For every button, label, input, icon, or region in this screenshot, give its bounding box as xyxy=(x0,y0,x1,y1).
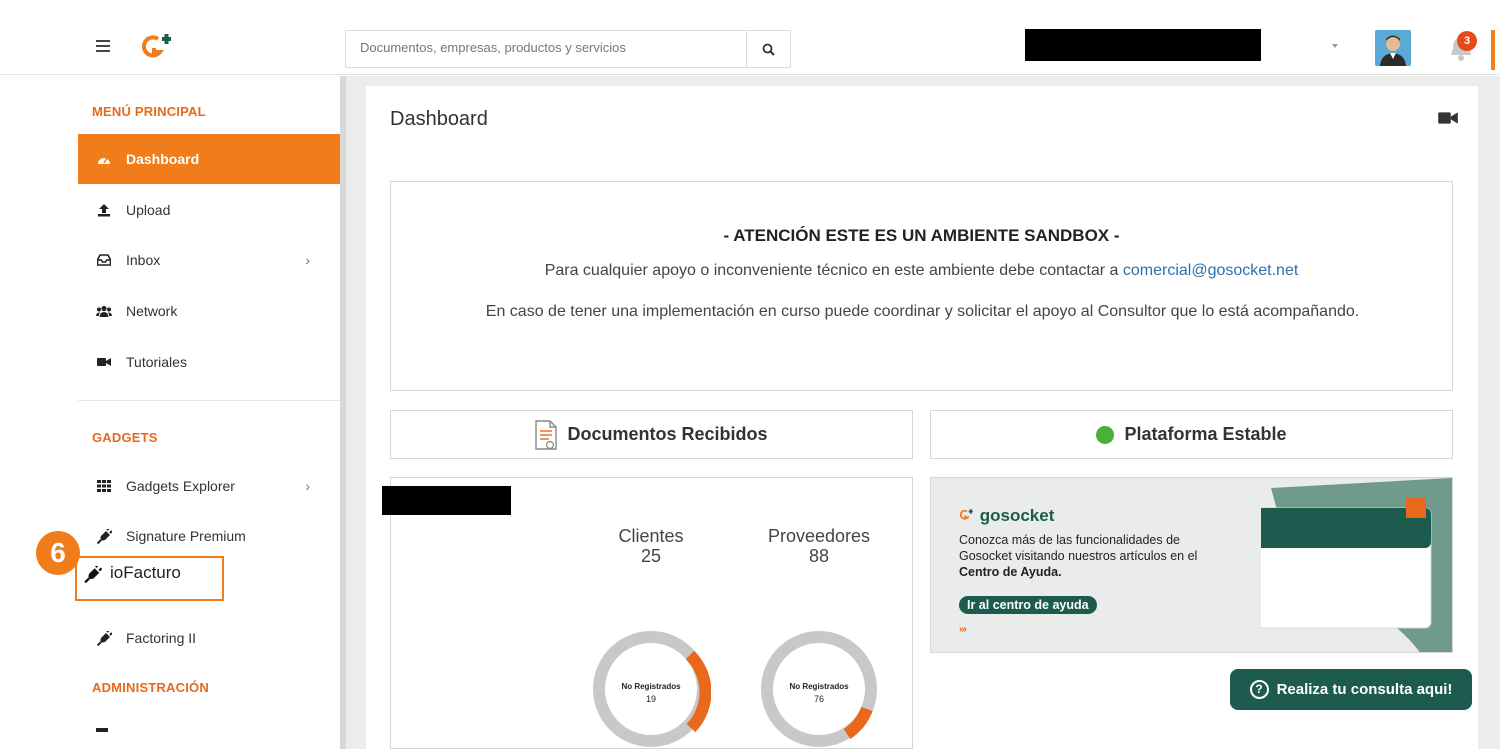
donut-1-caption: No Registrados xyxy=(621,682,681,691)
donut-1-value: 19 xyxy=(645,694,656,704)
sandbox-notice: - ATENCIÓN ESTE ES UN AMBIENTE SANDBOX -… xyxy=(390,181,1453,391)
redacted-company-name xyxy=(1025,29,1261,61)
sidebar-item-label: Gadgets Explorer xyxy=(126,478,235,494)
sidebar-item-label: Inbox xyxy=(126,252,161,268)
sidebar-item-label: ioFacturo xyxy=(110,563,181,582)
help-center-button[interactable]: Ir al centro de ayuda xyxy=(959,596,1097,614)
partial-menu-icon xyxy=(96,728,108,732)
contact-email-link[interactable]: comercial@gosocket.net xyxy=(1123,262,1298,279)
accent-bar xyxy=(1491,30,1495,70)
tachometer-icon xyxy=(96,151,112,167)
sidebar-item-label: Signature Premium xyxy=(126,528,246,544)
proveedores-donut-label: No Registrados 76 xyxy=(769,680,869,705)
notice-line-1: Para cualquier apoyo o inconveniente téc… xyxy=(391,262,1452,280)
company-dropdown-caret-icon[interactable] xyxy=(1332,44,1338,48)
sidebar-item-label: Upload xyxy=(126,202,171,218)
plug-icon xyxy=(84,564,103,588)
video-camera-icon xyxy=(96,354,112,370)
platform-status-card-header: Plataforma Estable xyxy=(930,410,1453,459)
promo-arrows: ››› xyxy=(959,624,967,635)
sidebar-item-gadgets-explorer[interactable]: Gadgets Explorer › xyxy=(78,461,340,511)
redacted-label xyxy=(382,486,511,515)
platform-status-title: Plataforma Estable xyxy=(1124,424,1287,444)
status-dot-icon xyxy=(1096,425,1115,444)
help-center-promo-banner[interactable]: gosocket Conozca más de las funcionalida… xyxy=(930,477,1453,653)
sidebar-item-upload[interactable]: Upload xyxy=(78,185,340,235)
upload-icon xyxy=(96,202,112,218)
chat-button-label: Realiza tu consulta aqui! xyxy=(1276,681,1453,698)
gosocket-logo[interactable] xyxy=(140,34,176,60)
admin-title: ADMINISTRACIÓN xyxy=(92,680,209,695)
clientes-label: Clientes xyxy=(618,526,684,546)
promo-text: Conozca más de las funcionalidades de Go… xyxy=(959,532,1229,580)
chat-consult-button[interactable]: ? Realiza tu consulta aqui! xyxy=(1230,669,1472,710)
users-icon xyxy=(96,303,112,319)
sidebar-item-tutoriales[interactable]: Tutoriales xyxy=(78,337,340,387)
proveedores-stat: Proveedores 88 xyxy=(749,526,889,566)
promo-text-bold: Centro de Ayuda. xyxy=(959,565,1062,579)
chevron-right-icon: › xyxy=(305,478,310,494)
documents-received-title: Documentos Recibidos xyxy=(567,424,768,444)
proveedores-value: 88 xyxy=(808,546,830,566)
sidebar-item-inbox[interactable]: Inbox › xyxy=(78,235,340,285)
sidebar-item-dashboard[interactable]: Dashboard xyxy=(78,134,340,184)
document-icon xyxy=(535,419,558,450)
clientes-value: 25 xyxy=(640,546,662,566)
proveedores-label: Proveedores xyxy=(767,526,871,546)
documents-received-card-header: Documentos Recibidos xyxy=(390,410,913,459)
gosocket-brand: gosocket xyxy=(959,506,1054,526)
search-button[interactable] xyxy=(746,31,790,67)
gosocket-logo-icon xyxy=(959,509,973,520)
notice-line-1-text: Para cualquier apoyo o inconveniente téc… xyxy=(544,262,1119,279)
sidebar-item-label: Network xyxy=(126,303,178,319)
gadgets-title: GADGETS xyxy=(92,430,158,445)
sidebar-item-label: Tutoriales xyxy=(126,354,187,370)
main-menu-title: MENÚ PRINCIPAL xyxy=(92,104,206,119)
promo-text-main: Conozca más de las funcionalidades de Go… xyxy=(959,533,1198,563)
grid-icon xyxy=(96,478,112,494)
donut-2-caption: No Registrados xyxy=(789,682,849,691)
sidebar-item-signature-premium[interactable]: Signature Premium xyxy=(78,511,340,561)
search-icon xyxy=(762,43,775,56)
plug-icon xyxy=(96,528,112,544)
video-camera-icon[interactable] xyxy=(1438,111,1458,130)
user-avatar[interactable] xyxy=(1375,30,1411,66)
donut-2-value: 76 xyxy=(813,694,824,704)
top-bar: 3 xyxy=(0,0,1500,75)
notification-count-badge: 3 xyxy=(1457,31,1477,51)
page-title: Dashboard xyxy=(390,108,488,130)
plug-icon xyxy=(96,630,112,646)
sidebar-item-label: Dashboard xyxy=(126,151,200,167)
search-input[interactable] xyxy=(360,40,740,55)
chevron-right-icon: › xyxy=(305,252,310,268)
sidebar-item-label: Factoring II xyxy=(126,630,197,646)
notice-heading: - ATENCIÓN ESTE ES UN AMBIENTE SANDBOX - xyxy=(723,226,1120,245)
promo-decoration xyxy=(1261,478,1452,652)
inbox-icon xyxy=(96,252,112,268)
step-number-badge: 6 xyxy=(36,531,80,575)
sidebar-item-factoring-ii[interactable]: Factoring II xyxy=(78,613,340,663)
notice-line-2: En caso de tener una implementación en c… xyxy=(485,303,1360,320)
clientes-donut-label: No Registrados 19 xyxy=(601,680,701,705)
hamburger-menu-icon[interactable] xyxy=(96,40,110,52)
clientes-stat: Clientes 25 xyxy=(591,526,711,566)
question-circle-icon: ? xyxy=(1249,680,1269,699)
promo-brand-name: gosocket xyxy=(979,506,1055,525)
sidebar-separator xyxy=(78,400,340,401)
search-box xyxy=(345,30,791,68)
sidebar-item-network[interactable]: Network xyxy=(78,286,340,336)
